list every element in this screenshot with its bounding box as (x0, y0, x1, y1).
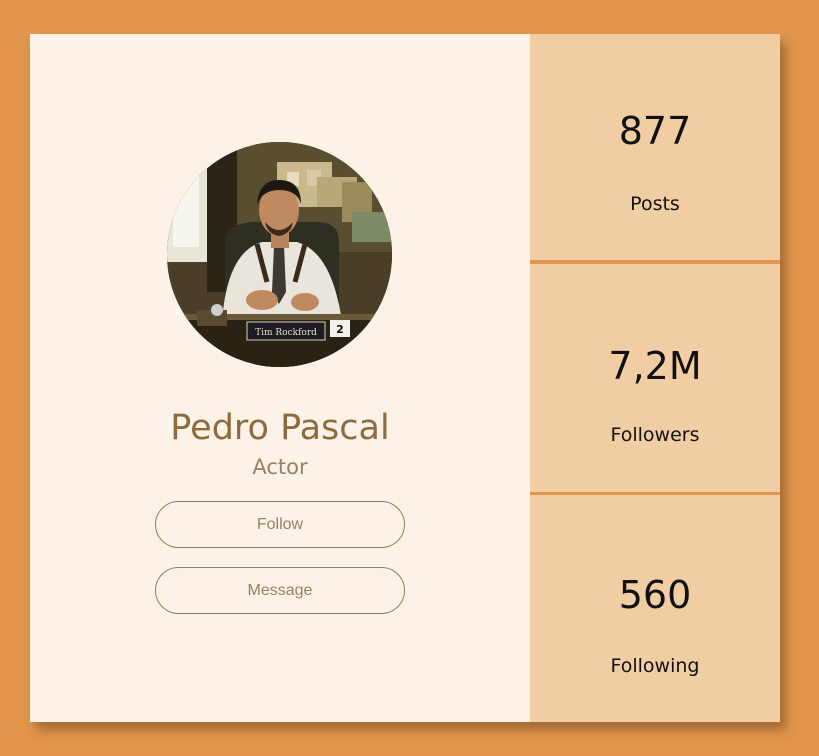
profile-role: Actor (252, 455, 308, 479)
stat-posts: 877 Posts (530, 34, 780, 260)
profile-name: Pedro Pascal (170, 408, 390, 448)
following-label: Following (610, 655, 700, 677)
desk-number-text: 2 (336, 323, 344, 336)
avatar: Tim Rockford 2 (167, 142, 392, 367)
profile-panel: Tim Rockford 2 Pedro Pascal Actor Follow… (30, 34, 530, 722)
stat-followers: 7,2M Followers (530, 264, 780, 492)
following-count: 560 (618, 573, 692, 617)
posts-label: Posts (630, 193, 680, 215)
followers-count: 7,2M (608, 344, 702, 388)
stats-panel: 877 Posts 7,2M Followers 560 Following (530, 34, 780, 722)
message-button[interactable]: Message (155, 567, 405, 614)
followers-label: Followers (610, 424, 700, 446)
stat-following: 560 Following (530, 495, 780, 722)
profile-card: Tim Rockford 2 Pedro Pascal Actor Follow… (30, 34, 780, 722)
follow-button[interactable]: Follow (155, 501, 405, 548)
nameplate-text: Tim Rockford (255, 328, 317, 338)
posts-count: 877 (618, 109, 692, 153)
avatar-photo: Tim Rockford 2 (167, 142, 392, 367)
